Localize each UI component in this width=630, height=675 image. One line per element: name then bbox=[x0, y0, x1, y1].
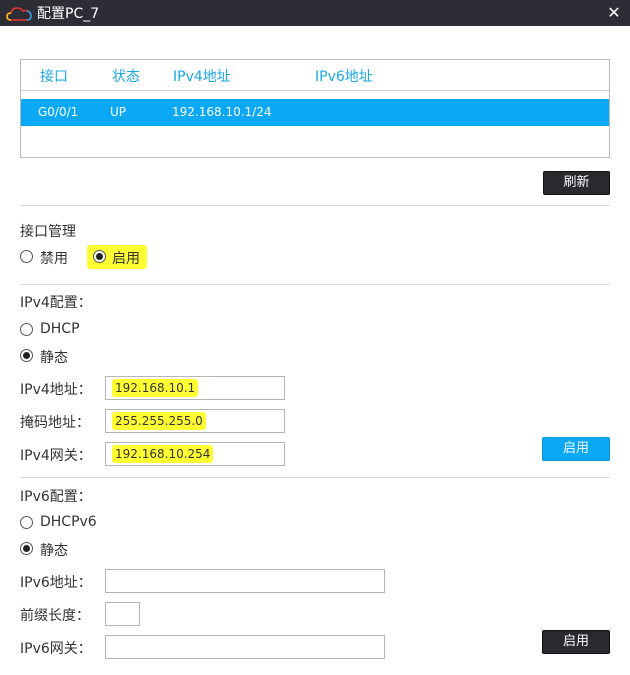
radio-dhcpv6[interactable] bbox=[20, 516, 33, 529]
divider bbox=[20, 477, 610, 478]
interface-mgmt-title: 接口管理 bbox=[20, 224, 76, 240]
ipv6-address-input[interactable] bbox=[105, 569, 385, 593]
radio-dhcp[interactable] bbox=[20, 323, 33, 336]
cell-interface: G0/0/1 bbox=[38, 105, 79, 119]
ipv4-gateway-input[interactable]: 192.168.10.254 bbox=[105, 442, 285, 466]
radio-static-ipv6-label: 静态 bbox=[40, 543, 68, 559]
radio-dhcp-label: DHCP bbox=[40, 321, 80, 337]
ipv4-gateway-label: IPv4网关： bbox=[20, 448, 92, 464]
column-header-ipv4: IPv4地址 bbox=[173, 69, 231, 85]
radio-enable-label: 启用 bbox=[112, 251, 140, 267]
radio-disable-label: 禁用 bbox=[40, 251, 68, 267]
prefix-length-label: 前缀长度： bbox=[20, 608, 90, 624]
radio-static-ipv4[interactable] bbox=[20, 349, 33, 362]
ipv4-gateway-value: 192.168.10.254 bbox=[112, 445, 214, 463]
close-icon[interactable]: ✕ bbox=[606, 3, 622, 23]
ipv6-address-label: IPv6地址： bbox=[20, 575, 92, 591]
mask-value: 255.255.255.0 bbox=[112, 412, 206, 430]
table-row[interactable]: G0/0/1 UP 192.168.10.1/24 bbox=[21, 99, 609, 126]
mask-input[interactable]: 255.255.255.0 bbox=[105, 409, 285, 433]
radio-static-ipv6[interactable] bbox=[20, 542, 33, 555]
cell-status: UP bbox=[110, 105, 127, 119]
column-header-status: 状态 bbox=[112, 69, 140, 85]
ipv4-address-input[interactable]: 192.168.10.1 bbox=[105, 376, 285, 400]
ipv6-apply-button[interactable]: 启用 bbox=[542, 630, 610, 654]
radio-dhcpv6-label: DHCPv6 bbox=[40, 514, 97, 530]
radio-static-ipv4-label: 静态 bbox=[40, 350, 68, 366]
window-title: 配置PC_7 bbox=[37, 6, 100, 22]
divider bbox=[20, 284, 610, 285]
interface-table: 接口 状态 IPv4地址 IPv6地址 G0/0/1 UP 192.168.10… bbox=[20, 59, 610, 158]
cloud-logo-icon bbox=[6, 7, 32, 21]
title-bar: 配置PC_7 ✕ bbox=[0, 0, 630, 26]
ipv6-config-title: IPv6配置： bbox=[20, 489, 92, 505]
column-header-ipv6: IPv6地址 bbox=[315, 69, 373, 85]
ipv6-gateway-label: IPv6网关： bbox=[20, 641, 92, 657]
ipv4-apply-button[interactable]: 启用 bbox=[542, 437, 610, 461]
radio-disable[interactable] bbox=[20, 250, 33, 263]
divider bbox=[20, 205, 610, 206]
cell-ipv4: 192.168.10.1/24 bbox=[172, 105, 272, 119]
mask-label: 掩码地址： bbox=[20, 415, 90, 431]
ipv4-address-value: 192.168.10.1 bbox=[112, 379, 199, 397]
ipv4-config-title: IPv4配置： bbox=[20, 295, 92, 311]
ipv4-address-label: IPv4地址： bbox=[20, 382, 92, 398]
column-header-interface: 接口 bbox=[40, 69, 68, 85]
radio-enable[interactable] bbox=[93, 250, 106, 263]
refresh-button[interactable]: 刷新 bbox=[543, 171, 610, 195]
prefix-length-input[interactable] bbox=[105, 602, 140, 626]
ipv6-gateway-input[interactable] bbox=[105, 635, 385, 659]
table-header: 接口 状态 IPv4地址 IPv6地址 bbox=[21, 60, 609, 91]
